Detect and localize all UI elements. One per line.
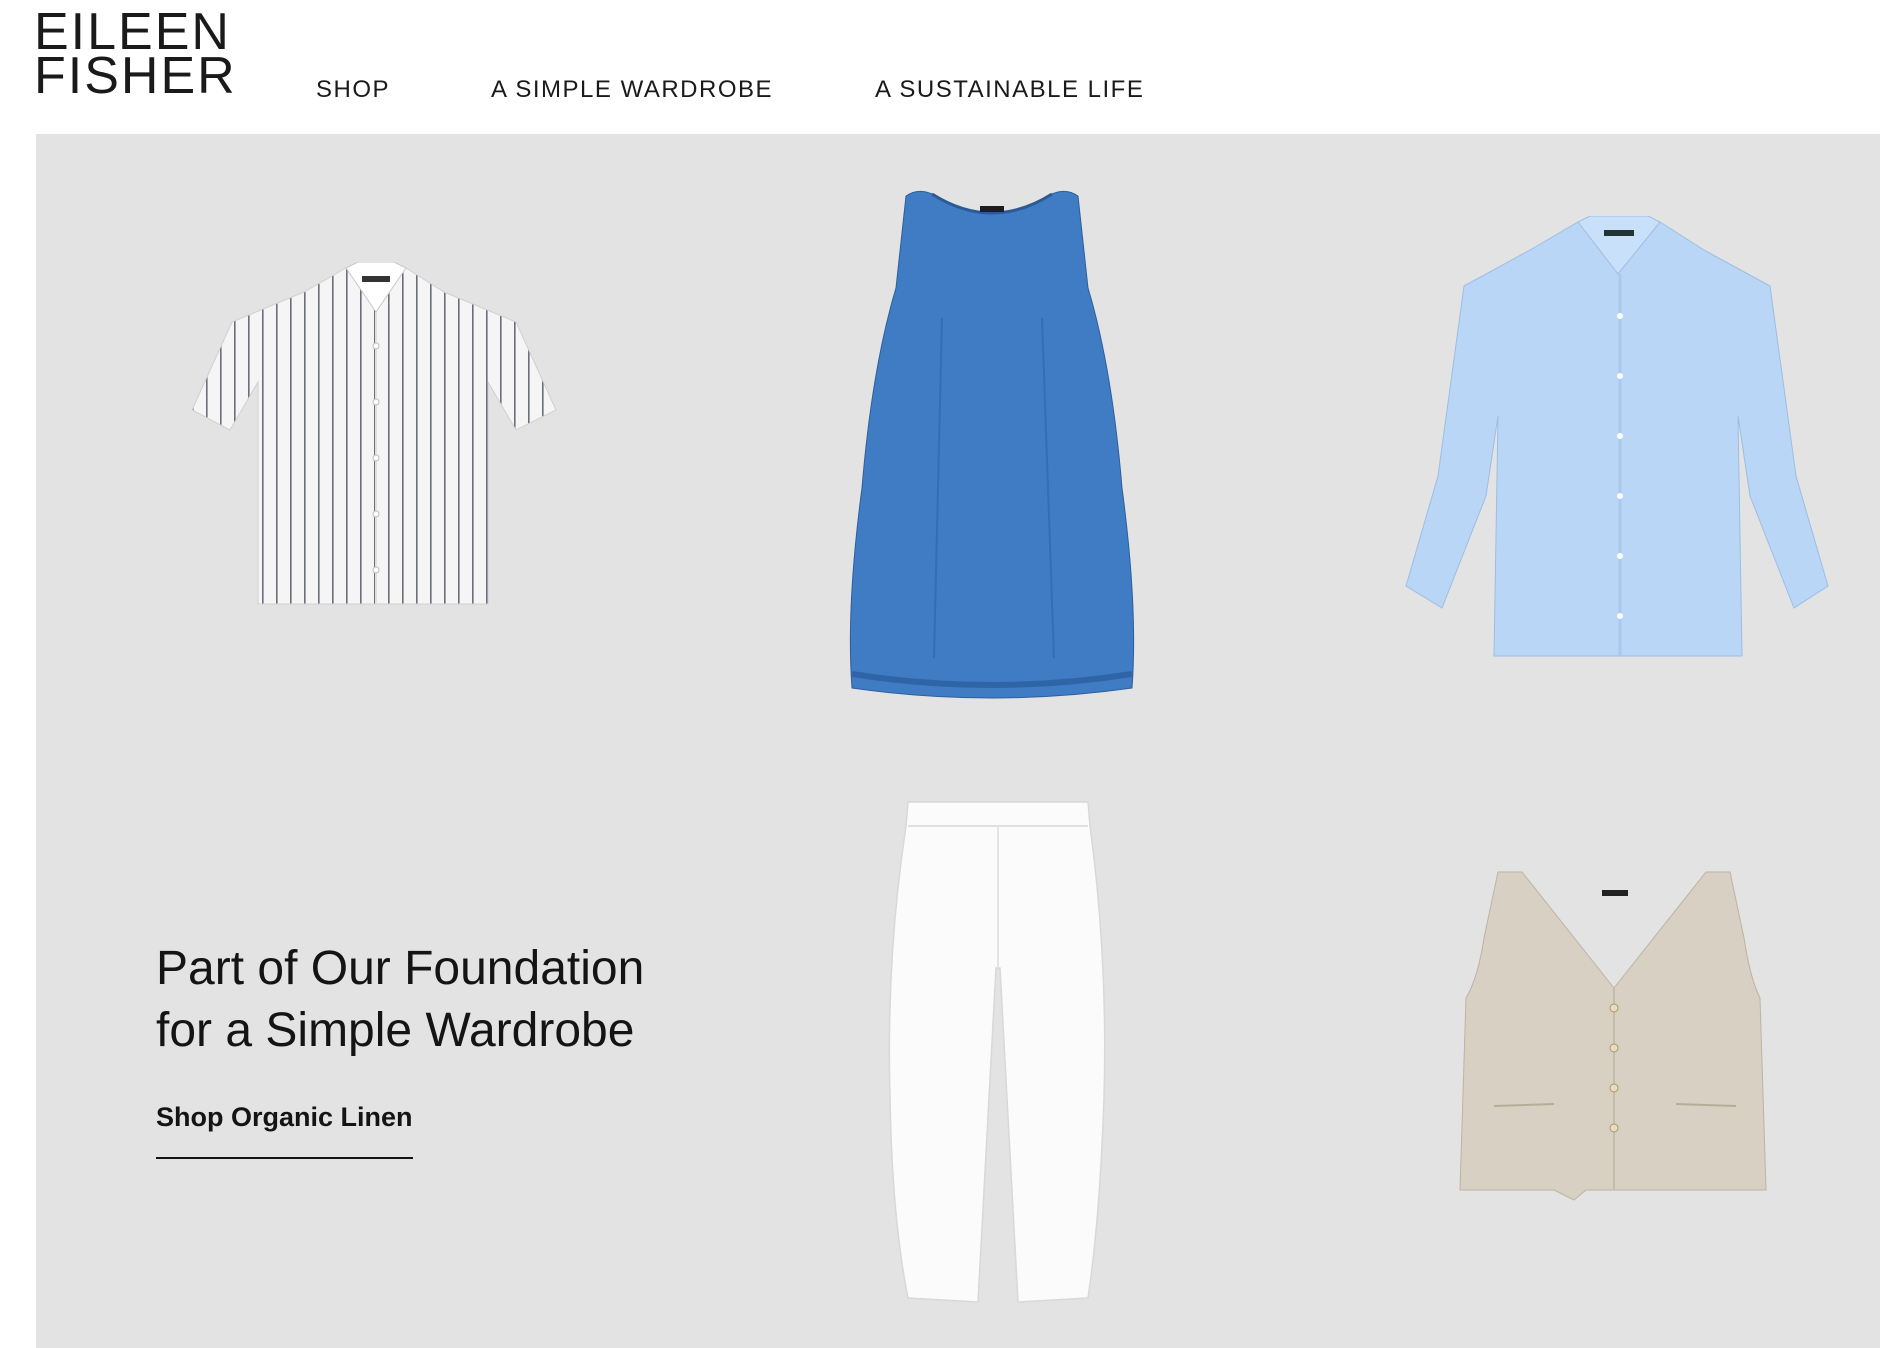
nav-item-shop[interactable]: SHOP: [316, 76, 390, 104]
product-image-blue-dress[interactable]: [842, 188, 1142, 708]
product-image-white-trousers[interactable]: [868, 798, 1128, 1308]
product-image-linen-vest[interactable]: [1454, 868, 1774, 1208]
brand-logo[interactable]: EILEEN FISHER: [34, 6, 237, 105]
hero-headline-line2: for a Simple Wardrobe: [156, 1004, 635, 1057]
nav-item-sustainable-life[interactable]: A SUSTAINABLE LIFE: [875, 76, 1144, 104]
product-image-light-blue-shirt[interactable]: [1382, 216, 1852, 676]
product-image-striped-shirt[interactable]: [186, 262, 566, 622]
nav-item-simple-wardrobe[interactable]: A SIMPLE WARDROBE: [491, 76, 773, 104]
main-nav: SHOP A SIMPLE WARDROBE A SUSTAINABLE LIF…: [316, 76, 1144, 104]
hero-banner: Part of Our Foundation for a Simple Ward…: [36, 134, 1880, 1348]
shop-organic-linen-link[interactable]: Shop Organic Linen: [156, 1102, 413, 1159]
hero-headline-line1: Part of Our Foundation: [156, 942, 645, 995]
brand-logo-line2: FISHER: [34, 47, 237, 105]
hero-headline: Part of Our Foundation for a Simple Ward…: [156, 938, 644, 1062]
